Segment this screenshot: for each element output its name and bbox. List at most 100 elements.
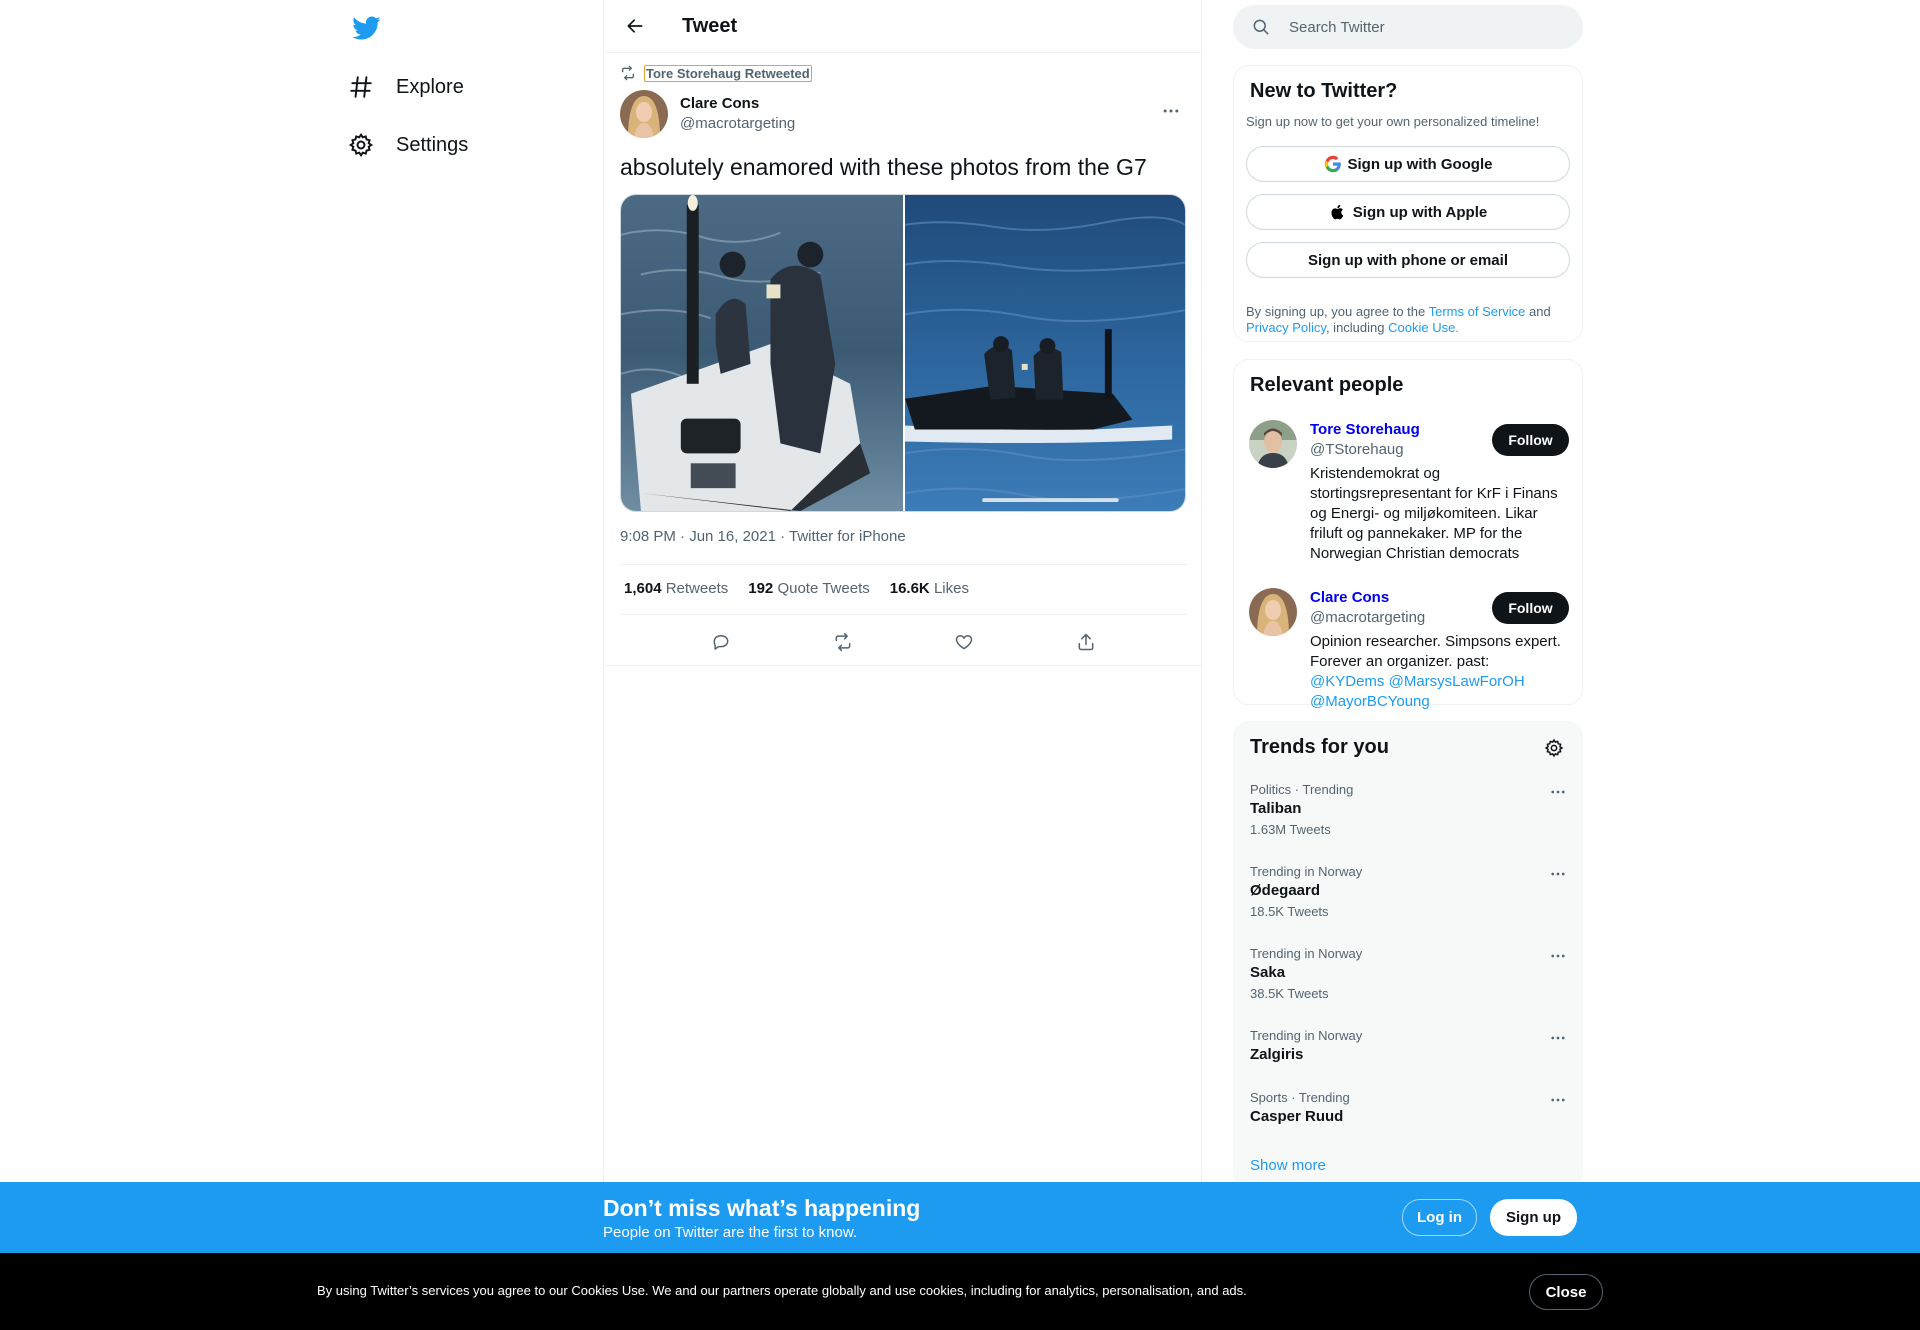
trends-card: Trends for you Politics · Trending Talib… xyxy=(1233,721,1583,1191)
person-item[interactable]: Tore Storehaug @TStorehaug Kristendemokr… xyxy=(1249,420,1569,570)
cookie-banner: By using Twitter’s services you agree to… xyxy=(0,1253,1920,1330)
likes-count: 16.6K xyxy=(889,580,930,597)
signup-apple-label: Sign up with Apple xyxy=(1352,203,1488,221)
trend-count: 38.5K Tweets xyxy=(1250,986,1329,1001)
signup-legal-text: By signing up, you agree to the Terms of… xyxy=(1246,304,1571,336)
tweet-photo-2[interactable] xyxy=(903,195,1185,511)
hashtag-icon xyxy=(348,74,374,100)
signup-apple-button[interactable]: Sign up with Apple xyxy=(1246,194,1570,230)
tweet-timestamp[interactable]: 9:08 PM · Jun 16, 2021 · Twitter for iPh… xyxy=(620,528,906,545)
more-options-icon[interactable] xyxy=(1154,94,1188,128)
cookie-use-link[interactable]: Cookie Use. xyxy=(1388,320,1459,335)
reply-icon[interactable] xyxy=(703,624,739,660)
retweets-count: 1,604 xyxy=(624,580,662,597)
quote-tweets-stat[interactable]: 192 Quote Tweets xyxy=(748,580,869,597)
trends-title: Trends for you xyxy=(1250,736,1389,758)
person-bio: Kristendemokrat og stortingsrepresentant… xyxy=(1310,465,1558,562)
signup-card-subtitle: Sign up now to get your own personalized… xyxy=(1246,114,1540,129)
person-name[interactable]: Clare Cons xyxy=(1310,588,1389,608)
search-bar[interactable] xyxy=(1233,5,1583,49)
trend-item[interactable]: Politics · Trending Taliban 1.63M Tweets xyxy=(1250,782,1570,838)
tweet-actions xyxy=(620,624,1187,660)
likes-label: Likes xyxy=(933,580,969,597)
main-column: Tweet Tore Storehaug Retweeted Clare Con… xyxy=(603,0,1203,1330)
trend-count: 1.63M Tweets xyxy=(1250,822,1331,837)
follow-button[interactable]: Follow xyxy=(1492,592,1569,624)
signup-phone-email-label: Sign up with phone or email xyxy=(1307,251,1508,269)
retweets-stat[interactable]: 1,604 Retweets xyxy=(624,580,728,597)
follow-button[interactable]: Follow xyxy=(1492,424,1569,456)
signup-prompt-title: Don’t miss what’s happening xyxy=(603,1195,921,1221)
tweet-photo-1[interactable] xyxy=(621,195,903,511)
author-name[interactable]: Clare Cons xyxy=(680,94,795,114)
likes-stat[interactable]: 16.6K Likes xyxy=(890,580,969,597)
retweet-icon[interactable] xyxy=(825,624,861,660)
retweet-icon xyxy=(620,65,636,81)
nav-explore[interactable]: Explore xyxy=(348,67,464,107)
nav-settings-label: Settings xyxy=(396,133,469,156)
signup-phone-email-button[interactable]: Sign up with phone or email xyxy=(1246,242,1570,278)
nav-explore-label: Explore xyxy=(396,75,464,98)
mention-link[interactable]: @MayorBCYoung xyxy=(1310,693,1430,710)
login-button[interactable]: Log in xyxy=(1402,1199,1477,1236)
twitter-bird-icon[interactable] xyxy=(351,13,381,43)
signup-button[interactable]: Sign up xyxy=(1490,1199,1577,1236)
author-handle[interactable]: @macrotargeting xyxy=(680,114,795,134)
retweeted-by-link[interactable]: Tore Storehaug Retweeted xyxy=(644,64,812,82)
trends-settings-gear-icon[interactable] xyxy=(1542,736,1566,760)
trend-item[interactable]: Trending in Norway Saka 38.5K Tweets xyxy=(1250,946,1570,1002)
google-logo-icon xyxy=(1324,155,1342,173)
tweet-stats: 1,604 Retweets 192 Quote Tweets 16.6K Li… xyxy=(624,580,989,597)
signup-prompt-bar: Don’t miss what’s happening People on Tw… xyxy=(0,1182,1920,1253)
divider xyxy=(620,564,1187,565)
person-item[interactable]: Clare Cons @macrotargeting Opinion resea… xyxy=(1249,588,1569,710)
legal-and: and xyxy=(1525,304,1551,319)
close-button[interactable]: Close xyxy=(1529,1274,1603,1310)
gear-icon xyxy=(348,132,374,158)
person-name[interactable]: Tore Storehaug xyxy=(1310,420,1420,440)
person-handle[interactable]: @TStorehaug xyxy=(1310,440,1404,460)
trend-item[interactable]: Trending in Norway Zalgiris xyxy=(1250,1028,1570,1065)
back-arrow-icon[interactable] xyxy=(617,8,653,44)
avatar[interactable] xyxy=(1249,588,1297,636)
quote-tweets-count: 192 xyxy=(748,580,774,597)
legal-including: , including xyxy=(1325,320,1389,335)
tweet-media xyxy=(620,194,1186,512)
more-options-icon[interactable] xyxy=(1546,864,1570,884)
page-title: Tweet xyxy=(682,14,738,37)
signup-prompt-subtitle: People on Twitter are the first to know. xyxy=(603,1224,858,1241)
person-handle[interactable]: @macrotargeting xyxy=(1310,608,1425,628)
search-input[interactable] xyxy=(1289,18,1549,36)
divider xyxy=(620,614,1187,615)
apple-logo-icon xyxy=(1329,203,1347,221)
trend-name: Zalgiris xyxy=(1250,1046,1304,1063)
mention-link[interactable]: @MarsysLawForOH xyxy=(1389,673,1525,690)
signup-google-button[interactable]: Sign up with Google xyxy=(1246,146,1570,182)
trend-item[interactable]: Trending in Norway Ødegaard 18.5K Tweets xyxy=(1250,864,1570,920)
trend-item[interactable]: Sports · Trending Casper Ruud xyxy=(1250,1090,1570,1127)
like-heart-icon[interactable] xyxy=(946,624,982,660)
more-options-icon[interactable] xyxy=(1546,1028,1570,1048)
trend-context: Trending in Norway xyxy=(1250,864,1363,879)
more-options-icon[interactable] xyxy=(1546,1090,1570,1110)
mention-link[interactable]: @KYDems xyxy=(1310,673,1384,690)
trend-context: Trending in Norway xyxy=(1250,946,1363,961)
quote-tweets-label: Quote Tweets xyxy=(777,580,870,597)
trend-name: Casper Ruud xyxy=(1250,1108,1344,1125)
terms-of-service-link[interactable]: Terms of Service xyxy=(1429,304,1526,319)
share-icon[interactable] xyxy=(1068,624,1104,660)
more-options-icon[interactable] xyxy=(1546,946,1570,966)
show-more-link[interactable]: Show more xyxy=(1250,1157,1326,1174)
more-options-icon[interactable] xyxy=(1546,782,1570,802)
avatar[interactable] xyxy=(1249,420,1297,468)
avatar[interactable] xyxy=(620,90,668,138)
divider xyxy=(604,665,1203,666)
privacy-policy-link[interactable]: Privacy Policy xyxy=(1246,320,1326,335)
trend-context: Sports · Trending xyxy=(1250,1090,1350,1105)
nav-settings[interactable]: Settings xyxy=(348,125,468,165)
trend-name: Saka xyxy=(1250,964,1286,981)
trend-count: 18.5K Tweets xyxy=(1250,904,1329,919)
trend-context: Politics · Trending xyxy=(1250,782,1354,797)
legal-prefix: By signing up, you agree to the xyxy=(1246,304,1429,319)
tweet-author: Clare Cons @macrotargeting xyxy=(620,90,1188,138)
